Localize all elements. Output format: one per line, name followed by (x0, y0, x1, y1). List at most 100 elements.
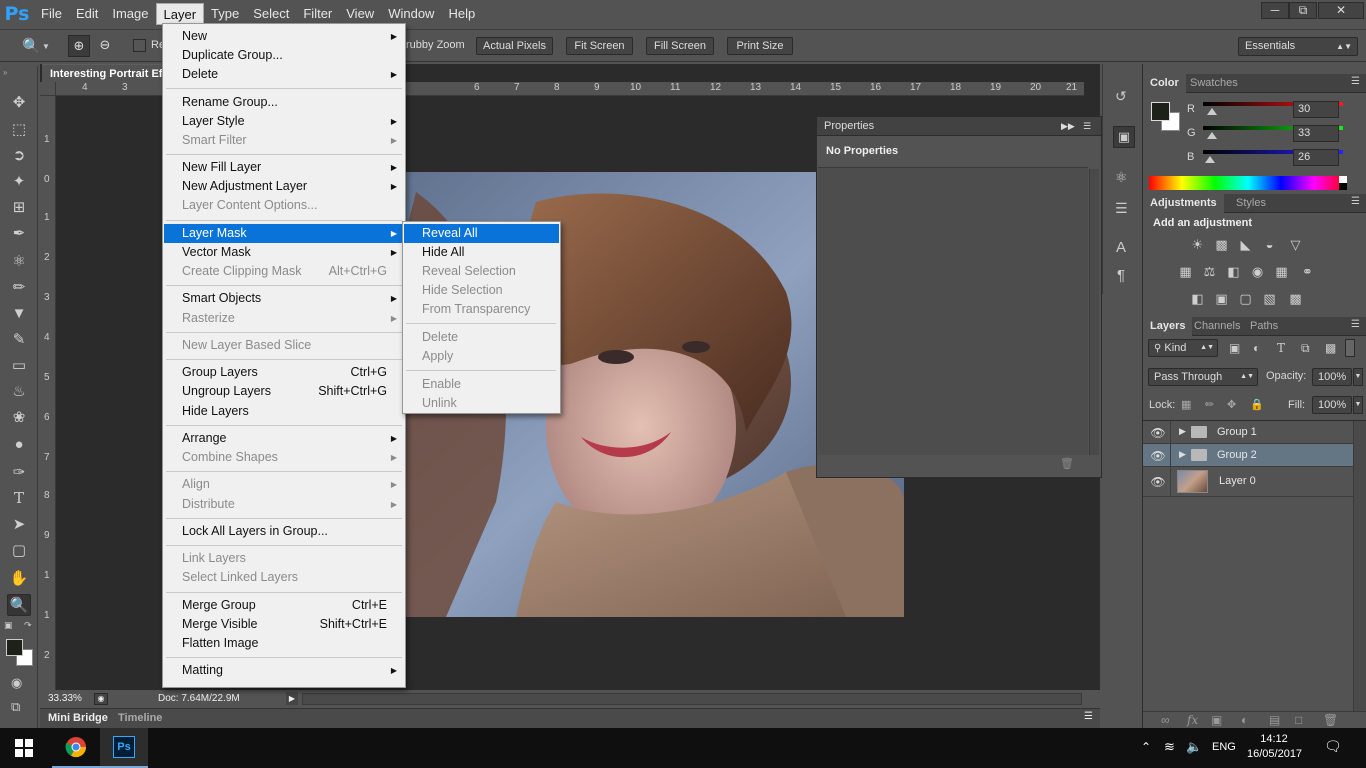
language-indicator[interactable]: ENG (1212, 741, 1236, 753)
magic-wand-tool-icon[interactable]: ✦ (7, 170, 31, 192)
menu-item-reveal-all[interactable]: Reveal All (404, 224, 559, 243)
menu-layer[interactable]: Layer (155, 3, 205, 25)
threshold-icon[interactable]: ▢ (1237, 291, 1254, 306)
lock-transparent-icon[interactable]: ▦ (1181, 398, 1191, 411)
visibility-eye-icon[interactable]: 👁 (1149, 426, 1167, 440)
properties-scrollbar[interactable] (1089, 169, 1099, 455)
document-tab[interactable]: Interesting Portrait Ef (42, 64, 162, 82)
menu-item-arrange[interactable]: Arrange ▶ (164, 429, 404, 448)
properties-icon[interactable]: ▣ (1113, 126, 1135, 148)
filter-pixel-icon[interactable]: ▣ (1229, 341, 1240, 355)
channel-g-value[interactable]: 33 (1293, 125, 1339, 142)
filter-toggle-switch[interactable] (1345, 339, 1355, 357)
new-group-icon[interactable]: ▤ (1269, 713, 1280, 727)
panel-menu-icon[interactable]: ☰ (1351, 196, 1360, 207)
black-white-icon[interactable]: ◧ (1225, 264, 1242, 279)
lock-image-icon[interactable]: ✏ (1205, 398, 1214, 411)
menu-item-new[interactable]: New ▶ (164, 27, 404, 46)
exposure-icon[interactable]: ◒ (1261, 237, 1278, 252)
healing-brush-tool-icon[interactable]: ⚛ (7, 250, 31, 272)
dodge-tool-icon[interactable]: ● (7, 433, 31, 455)
taskbar-clock[interactable]: 14:12 16/05/2017 (1247, 732, 1302, 762)
menu-item-delete[interactable]: Delete ▶ (164, 65, 404, 84)
tab-mini-bridge[interactable]: Mini Bridge (48, 712, 108, 724)
fill-screen-button[interactable]: Fill Screen (646, 37, 714, 55)
menu-filter[interactable]: Filter (296, 3, 339, 25)
minimize-button[interactable]: ─ (1261, 2, 1289, 19)
menu-item-smart-objects[interactable]: Smart Objects ▶ (164, 289, 404, 308)
menu-help[interactable]: Help (441, 3, 482, 25)
blur-tool-icon[interactable]: ❀ (7, 406, 31, 428)
resize-windows-checkbox[interactable] (133, 39, 146, 52)
brush-panel-icon[interactable]: ⚛ (1115, 169, 1128, 186)
history-brush-tool-icon[interactable]: ✎ (7, 328, 31, 350)
menu-type[interactable]: Type (204, 3, 246, 25)
start-button[interactable] (0, 728, 48, 768)
tab-adjustments[interactable]: Adjustments (1143, 194, 1224, 213)
collapse-toolbar-icon[interactable]: » (3, 68, 7, 77)
opacity-slider-icon[interactable]: ▼ (1353, 368, 1363, 386)
tab-channels[interactable]: Channels (1187, 317, 1247, 336)
menu-item-matting[interactable]: Matting ▶ (164, 661, 404, 680)
menu-item-vector-mask[interactable]: Vector Mask ▶ (164, 243, 404, 262)
status-options-icon[interactable]: ◉ (94, 693, 108, 705)
menu-view[interactable]: View (339, 3, 381, 25)
actual-pixels-button[interactable]: Actual Pixels (476, 37, 553, 55)
volume-icon[interactable]: 🔈 (1186, 739, 1202, 755)
hue-saturation-icon[interactable]: ▦ (1177, 264, 1194, 279)
channel-r-thumb[interactable] (1207, 108, 1217, 115)
tab-layers[interactable]: Layers (1143, 317, 1193, 336)
visibility-eye-icon[interactable]: 👁 (1149, 475, 1167, 489)
visibility-eye-icon[interactable]: 👁 (1149, 449, 1167, 463)
filter-type-icon[interactable]: T (1277, 341, 1285, 355)
menu-item-merge-group[interactable]: Merge Group Ctrl+E (164, 596, 404, 615)
tab-styles[interactable]: Styles (1229, 194, 1273, 213)
lock-all-icon[interactable]: 🔒 (1250, 398, 1264, 411)
fill-field[interactable]: 100% (1312, 396, 1352, 414)
layer-name[interactable]: Group 2 (1217, 449, 1257, 461)
menu-item-lock-all-layers-in-group[interactable]: Lock All Layers in Group... (164, 522, 404, 541)
channel-r-value[interactable]: 30 (1293, 101, 1339, 118)
taskbar-photoshop[interactable]: Ps (100, 728, 148, 768)
invert-icon[interactable]: ◧ (1189, 291, 1206, 306)
menu-item-merge-visible[interactable]: Merge Visible Shift+Ctrl+E (164, 615, 404, 634)
color-panel-foreground-swatch[interactable] (1151, 102, 1170, 121)
photo-filter-icon[interactable]: ◉ (1249, 264, 1266, 279)
status-menu-arrow-icon[interactable]: ▶ (286, 692, 298, 705)
default-colors-icon[interactable]: ▣ (4, 620, 13, 631)
menu-item-new-adjustment-layer[interactable]: New Adjustment Layer ▶ (164, 177, 404, 196)
menu-file[interactable]: File (34, 3, 69, 25)
panel-menu-icon[interactable]: ☰ (1084, 711, 1093, 722)
hand-tool-icon[interactable]: ✋ (7, 567, 31, 589)
ramp-white[interactable] (1339, 176, 1347, 183)
filter-shape-icon[interactable]: ⧉ (1301, 341, 1310, 356)
fx-icon[interactable]: fx (1187, 713, 1198, 727)
paragraph-icon[interactable]: ¶ (1117, 267, 1125, 284)
link-icon[interactable]: ∞ (1161, 713, 1170, 727)
menu-item-duplicate-group[interactable]: Duplicate Group... (164, 46, 404, 65)
horizontal-scrollbar[interactable] (302, 693, 1082, 705)
color-lookup-icon[interactable]: ⚭ (1299, 264, 1316, 279)
menu-select[interactable]: Select (246, 3, 296, 25)
layers-scrollbar[interactable] (1353, 421, 1366, 711)
marquee-tool-icon[interactable]: ⬚ (7, 118, 31, 140)
layer-name[interactable]: Group 1 (1217, 426, 1257, 438)
zoom-tool-button-icon[interactable]: 🔍 (7, 594, 31, 616)
menu-item-group-layers[interactable]: Group Layers Ctrl+G (164, 363, 404, 382)
filter-adjustment-icon[interactable]: ◐ (1253, 341, 1260, 355)
menu-item-layer-mask[interactable]: Layer Mask ▶ (164, 223, 404, 243)
tab-paths[interactable]: Paths (1243, 317, 1285, 336)
selective-color-icon[interactable]: ▧ (1261, 291, 1278, 306)
expand-chevron-icon[interactable]: ▶ (1179, 426, 1186, 437)
layer-name[interactable]: Layer 0 (1219, 475, 1256, 487)
chevron-up-icon[interactable]: ⌃ (1141, 740, 1151, 754)
expand-chevron-icon[interactable]: ▶ (1179, 449, 1186, 460)
channel-g-thumb[interactable] (1207, 132, 1217, 139)
pen-tool-icon[interactable]: ✑ (7, 461, 31, 483)
wifi-icon[interactable]: ≋ (1164, 739, 1175, 755)
zoom-level[interactable]: 33.33% (48, 693, 82, 704)
swap-colors-icon[interactable]: ↷ (24, 620, 32, 631)
print-size-button[interactable]: Print Size (727, 37, 793, 55)
fit-screen-button[interactable]: Fit Screen (566, 37, 633, 55)
layer-filter-kind[interactable]: ⚲ Kind ▲▼ (1148, 339, 1218, 357)
